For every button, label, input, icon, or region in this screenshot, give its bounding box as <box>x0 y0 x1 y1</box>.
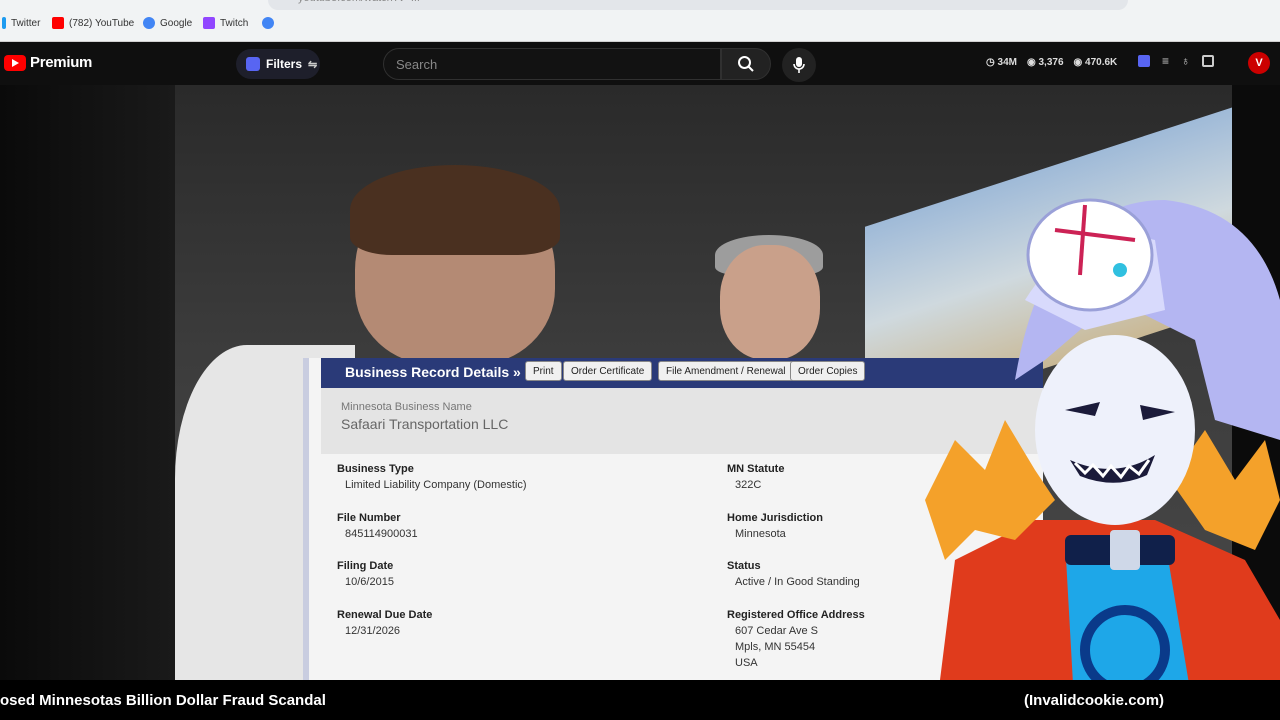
bookmark-google[interactable]: Google <box>143 17 192 29</box>
record-title: Business Record Details » <box>345 364 521 380</box>
stat-time: ◷ 34M <box>986 57 1017 68</box>
channel-stats: ◷ 34M ◉ 3,376 ◉ 470.6K <box>986 57 1117 68</box>
youtube-icon <box>52 17 64 29</box>
google-icon <box>143 17 155 29</box>
field-filing-date: Filing Date 10/6/2015 <box>337 560 394 588</box>
menu-icon[interactable]: ≡ <box>1162 54 1169 68</box>
field-mn-statute: MN Statute 322C <box>727 463 785 491</box>
video-left-edge <box>0 85 175 680</box>
avatar[interactable]: V <box>1248 52 1270 74</box>
vtuber-avatar-illustration <box>915 180 1280 720</box>
file-amendment-button[interactable]: File Amendment / Renewal <box>658 361 794 381</box>
search-icon <box>738 56 754 72</box>
field-business-type: Business Type Limited Liability Company … <box>337 463 527 491</box>
bookmarks-bar: youtube.com/watch?v=... Twitter (782) Yo… <box>0 0 1280 42</box>
address-line-2: Mpls, MN 55454 <box>735 641 816 653</box>
extension-icon[interactable] <box>1138 55 1150 67</box>
create-icon[interactable] <box>1202 55 1215 67</box>
youtube-logo[interactable]: Premium <box>4 54 92 71</box>
extension-icon <box>246 57 260 71</box>
address-line-3: USA <box>735 657 758 669</box>
notifications-icon[interactable]: ♁ <box>1181 54 1190 68</box>
bookmark-youtube[interactable]: (782) YouTube <box>52 17 134 29</box>
business-name-label: Minnesota Business Name <box>341 401 472 413</box>
channel-caption: (Invalidcookie.com) <box>1024 692 1165 709</box>
field-registered-office-address: Registered Office Address 607 Cedar Ave … <box>727 609 865 669</box>
bookmark-twitter[interactable]: Twitter <box>2 17 40 29</box>
field-home-jurisdiction: Home Jurisdiction Minnesota <box>727 512 823 540</box>
sliders-icon: ⇋ <box>308 58 318 71</box>
youtube-play-icon <box>4 54 26 71</box>
character-drawing <box>925 198 1280 720</box>
header-icons: ≡ ♁ <box>1138 54 1215 68</box>
address-line-1: 607 Cedar Ave S <box>735 625 818 637</box>
address-bar[interactable]: youtube.com/watch?v=... <box>268 0 1128 10</box>
passenger-face <box>720 245 820 360</box>
field-renewal-due-date: Renewal Due Date 12/31/2026 <box>337 609 433 637</box>
order-certificate-button[interactable]: Order Certificate <box>563 361 653 381</box>
video-title: osed Minnesotas Billion Dollar Fraud Sca… <box>0 692 326 709</box>
stat-watch: ◉ 470.6K <box>1073 57 1118 68</box>
field-status: Status Active / In Good Standing <box>727 560 860 588</box>
field-file-number: File Number 845114900031 <box>337 512 418 540</box>
bookmark-google-2[interactable] <box>262 17 274 29</box>
twitter-icon <box>2 17 6 29</box>
youtube-header: Premium Filters ⇋ Search ◷ 34M ◉ 3,376 ◉… <box>0 42 1280 85</box>
business-name-value: Safaari Transportation LLC <box>341 416 509 432</box>
google-icon <box>262 17 274 29</box>
order-copies-button[interactable]: Order Copies <box>790 361 866 381</box>
search-button[interactable] <box>721 48 771 80</box>
search-input[interactable]: Search <box>383 48 721 80</box>
stat-views: ◉ 3,376 <box>1026 57 1064 68</box>
voice-search-button[interactable] <box>782 48 816 82</box>
microphone-icon <box>793 57 805 73</box>
bookmark-twitch[interactable]: Twitch <box>203 17 248 29</box>
filters-button[interactable]: Filters ⇋ <box>236 49 320 79</box>
driver-hair <box>350 165 560 255</box>
twitch-icon <box>203 17 215 29</box>
print-button[interactable]: Print <box>525 361 562 381</box>
